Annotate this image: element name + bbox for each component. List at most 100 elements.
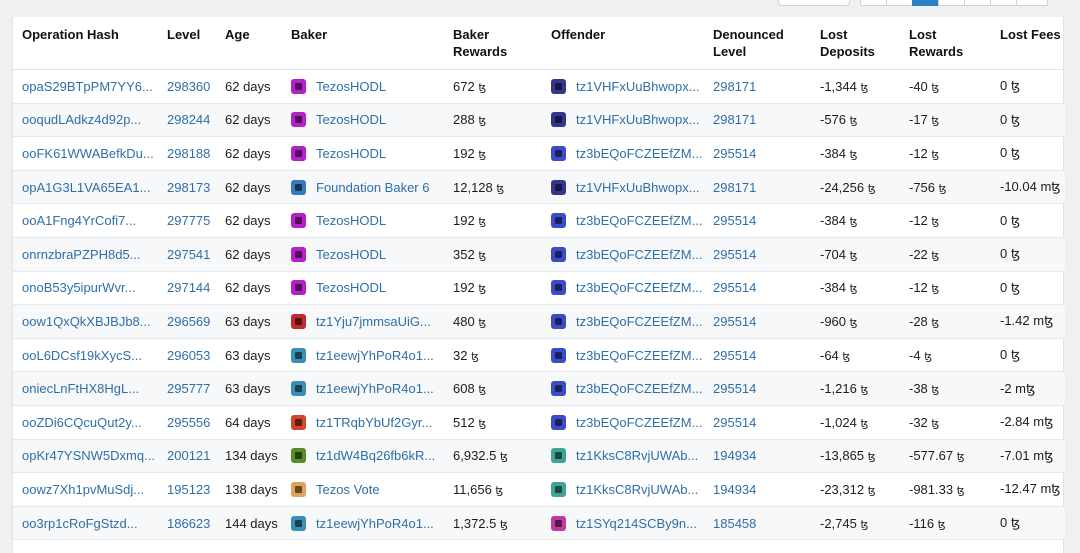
baker-link[interactable]: Foundation Baker 6 bbox=[316, 180, 429, 195]
baker-link[interactable]: Tezos Vote bbox=[316, 482, 380, 497]
col-denounced-level[interactable]: Denounced Level bbox=[704, 17, 811, 70]
lost-deposits-value: -576 bbox=[820, 112, 847, 128]
operation-hash-link[interactable]: ooZDi6CQcuQut2y... bbox=[22, 415, 142, 430]
level-link[interactable]: 296569 bbox=[167, 314, 210, 329]
baker-link[interactable]: tz1Yju7jmmsaUiG... bbox=[316, 314, 431, 329]
denounced-level-link[interactable]: 295514 bbox=[713, 381, 756, 396]
operation-hash-link[interactable]: ooqudLAdkz4d92p... bbox=[22, 112, 141, 127]
baker-link[interactable]: TezosHODL bbox=[316, 79, 386, 94]
denounced-level-link[interactable]: 185458 bbox=[713, 516, 756, 531]
col-lost-deposits[interactable]: Lost Deposits bbox=[811, 17, 900, 70]
denounced-level-link[interactable]: 298171 bbox=[713, 112, 756, 127]
level-link[interactable]: 296053 bbox=[167, 348, 210, 363]
operation-hash-link[interactable]: ooL6DCsf19kXycS... bbox=[22, 348, 142, 363]
filter-button[interactable] bbox=[778, 0, 850, 6]
level-link[interactable]: 298244 bbox=[167, 112, 210, 127]
page-button[interactable] bbox=[964, 0, 992, 6]
operation-hash-link[interactable]: opKr47YSNW5Dxmq... bbox=[22, 448, 155, 463]
denounced-level-link[interactable]: 194934 bbox=[713, 482, 756, 497]
lost-deposits-value: -1,024 bbox=[820, 414, 857, 430]
baker-link[interactable]: TezosHODL bbox=[316, 247, 386, 262]
col-baker-rewards[interactable]: Baker Rewards bbox=[444, 17, 542, 70]
operation-hash-link[interactable]: oow1QxQkXBJBJb8... bbox=[22, 314, 151, 329]
level-link[interactable]: 298173 bbox=[167, 180, 210, 195]
operation-hash-link[interactable]: ooFK61WWABefkDu... bbox=[22, 146, 154, 161]
col-baker[interactable]: Baker bbox=[282, 17, 444, 70]
page-button[interactable] bbox=[938, 0, 966, 6]
baker-rewards-value: 32 bbox=[453, 347, 468, 363]
page-prev-button[interactable] bbox=[886, 0, 914, 6]
baker-link[interactable]: TezosHODL bbox=[316, 146, 386, 161]
col-lost-fees[interactable]: Lost Fees bbox=[991, 17, 1065, 70]
denounced-level-link[interactable]: 295514 bbox=[713, 213, 756, 228]
level-link[interactable]: 297144 bbox=[167, 280, 210, 295]
level-link[interactable]: 295777 bbox=[167, 381, 210, 396]
col-operation-hash[interactable]: Operation Hash bbox=[13, 17, 158, 70]
denounced-level-link[interactable]: 295514 bbox=[713, 280, 756, 295]
offender-link[interactable]: tz3bEQoFCZEEfZM... bbox=[576, 247, 702, 262]
baker-link[interactable]: tz1dW4Bq26fb6kR... bbox=[316, 448, 435, 463]
offender-link[interactable]: tz3bEQoFCZEEfZM... bbox=[576, 314, 702, 329]
col-level[interactable]: Level bbox=[158, 17, 216, 70]
level-link[interactable]: 186623 bbox=[167, 516, 210, 531]
col-age[interactable]: Age bbox=[216, 17, 282, 70]
offender-avatar-icon bbox=[551, 515, 566, 531]
offender-link[interactable]: tz3bEQoFCZEEfZM... bbox=[576, 348, 702, 363]
offender-link[interactable]: tz1VHFxUuBhwopx... bbox=[576, 112, 700, 127]
operation-hash-link[interactable]: oowz7Xh1pvMuSdj... bbox=[22, 482, 144, 497]
denounced-level-link[interactable]: 295514 bbox=[713, 146, 756, 161]
level-link[interactable]: 295556 bbox=[167, 415, 210, 430]
offender-avatar-icon bbox=[551, 313, 566, 329]
operations-table: Operation Hash Level Age Baker Baker Rew… bbox=[13, 17, 1065, 541]
level-link[interactable]: 298360 bbox=[167, 79, 210, 94]
level-link[interactable]: 200121 bbox=[167, 448, 210, 463]
baker-link[interactable]: tz1eewjYhPoR4o1... bbox=[316, 381, 434, 396]
baker-link[interactable]: tz1TRqbYbUf2Gyr... bbox=[316, 415, 432, 430]
baker-link[interactable]: TezosHODL bbox=[316, 280, 386, 295]
offender-link[interactable]: tz3bEQoFCZEEfZM... bbox=[576, 381, 702, 396]
page-next-button[interactable] bbox=[990, 0, 1018, 6]
page-current-button[interactable] bbox=[912, 0, 940, 6]
tez-symbol: ꜩ bbox=[478, 282, 487, 296]
tez-symbol: ꜩ bbox=[478, 80, 487, 94]
denounced-level-link[interactable]: 295514 bbox=[713, 247, 756, 262]
operation-hash-link[interactable]: onrnzbraPZPH8d5... bbox=[22, 247, 141, 262]
baker-link[interactable]: tz1eewjYhPoR4o1... bbox=[316, 516, 434, 531]
offender-link[interactable]: tz3bEQoFCZEEfZM... bbox=[576, 415, 702, 430]
lost-deposits-value: -960 bbox=[820, 313, 847, 329]
denounced-level-link[interactable]: 298171 bbox=[713, 79, 756, 94]
baker-link[interactable]: TezosHODL bbox=[316, 112, 386, 127]
level-link[interactable]: 297541 bbox=[167, 247, 210, 262]
col-lost-rewards[interactable]: Lost Rewards bbox=[900, 17, 991, 70]
operation-hash-link[interactable]: opaS29BTpPM7YY6... bbox=[22, 79, 153, 94]
baker-link[interactable]: TezosHODL bbox=[316, 213, 386, 228]
operation-hash-link[interactable]: onoB53y5ipurWvr... bbox=[22, 280, 135, 295]
level-link[interactable]: 298188 bbox=[167, 146, 210, 161]
offender-link[interactable]: tz3bEQoFCZEEfZM... bbox=[576, 280, 702, 295]
page-last-button[interactable] bbox=[1016, 0, 1048, 6]
col-offender[interactable]: Offender bbox=[542, 17, 704, 70]
baker-rewards-value: 1,372.5 bbox=[453, 515, 497, 531]
offender-link[interactable]: tz3bEQoFCZEEfZM... bbox=[576, 146, 702, 161]
level-link[interactable]: 297775 bbox=[167, 213, 210, 228]
offender-link[interactable]: tz1KksC8RvjUWAb... bbox=[576, 448, 698, 463]
operation-hash-link[interactable]: ooA1Fng4YrCofi7... bbox=[22, 213, 136, 228]
operation-hash-link[interactable]: oo3rp1cRoFgStzd... bbox=[22, 516, 138, 531]
offender-link[interactable]: tz1VHFxUuBhwopx... bbox=[576, 79, 700, 94]
denounced-level-link[interactable]: 295514 bbox=[713, 348, 756, 363]
denounced-level-link[interactable]: 295514 bbox=[713, 415, 756, 430]
age-text: 62 days bbox=[225, 145, 271, 161]
denounced-level-link[interactable]: 194934 bbox=[713, 448, 756, 463]
offender-link[interactable]: tz1VHFxUuBhwopx... bbox=[576, 180, 700, 195]
denounced-level-link[interactable]: 295514 bbox=[713, 314, 756, 329]
offender-link[interactable]: tz1SYq214SCBy9n... bbox=[576, 516, 697, 531]
level-link[interactable]: 195123 bbox=[167, 482, 210, 497]
operation-hash-link[interactable]: oniecLnFtHX8HgL... bbox=[22, 381, 139, 396]
offender-link[interactable]: tz3bEQoFCZEEfZM... bbox=[576, 213, 702, 228]
page-first-button[interactable] bbox=[860, 0, 888, 6]
lost-rewards-value: -28 bbox=[909, 313, 928, 329]
offender-link[interactable]: tz1KksC8RvjUWAb... bbox=[576, 482, 698, 497]
baker-link[interactable]: tz1eewjYhPoR4o1... bbox=[316, 348, 434, 363]
operation-hash-link[interactable]: opA1G3L1VA65EA1... bbox=[22, 180, 150, 195]
denounced-level-link[interactable]: 298171 bbox=[713, 180, 756, 195]
